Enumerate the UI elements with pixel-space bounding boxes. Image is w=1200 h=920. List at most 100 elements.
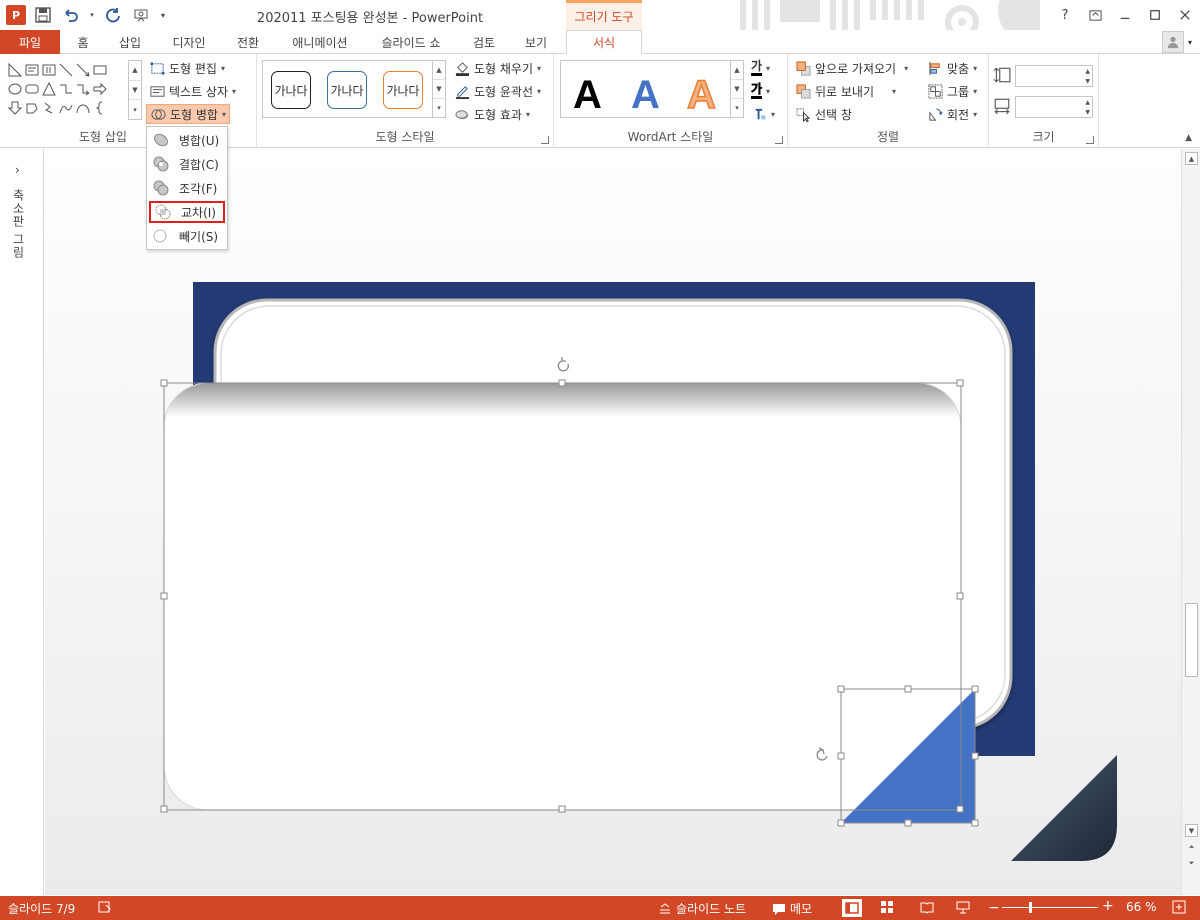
align-button[interactable]: 맞춤 ▾ — [924, 58, 980, 78]
rectangle-shape-icon[interactable] — [91, 60, 108, 79]
wordart-style-orange[interactable]: A — [686, 72, 716, 118]
curve-shape-icon[interactable] — [57, 98, 74, 117]
triangle-shape-icon[interactable] — [40, 79, 57, 98]
menu-item-intersect[interactable]: 교차(I) — [149, 201, 225, 223]
slide-editing-area[interactable] — [45, 149, 1181, 895]
dark-corner-fold[interactable] — [1011, 755, 1117, 861]
shape-style-orange[interactable]: 가나다 — [383, 71, 423, 109]
minimize-icon[interactable] — [1110, 0, 1140, 30]
gallery-down-icon[interactable]: ▼ — [433, 80, 445, 99]
tab-slideshow[interactable]: 슬라이드 쇼 — [370, 30, 452, 54]
right-triangle-shape-icon[interactable] — [6, 60, 23, 79]
shape-outline-button[interactable]: 도형 윤곽선 ▾ — [451, 81, 544, 101]
menu-item-fragment[interactable]: 조각(F) — [149, 177, 225, 199]
tab-home[interactable]: 홈 — [66, 30, 100, 54]
shape-height-input[interactable]: ▲ ▼ — [1015, 65, 1093, 87]
spell-check-icon[interactable] — [98, 900, 112, 914]
scribble-shape-icon[interactable] — [40, 98, 57, 117]
close-icon[interactable] — [1170, 0, 1200, 30]
shape-fill-button[interactable]: 도형 채우기 ▾ — [451, 58, 544, 78]
text-outline-button[interactable]: 가 ▾ — [748, 81, 773, 101]
gallery-up-icon[interactable]: ▲ — [731, 61, 743, 80]
group-button[interactable]: 그룹 ▾ — [924, 81, 980, 101]
text-box-button[interactable]: 텍스트 상자 ▾ — [146, 81, 239, 101]
gallery-more-icon[interactable]: ▾ — [731, 99, 743, 117]
next-slide-icon[interactable]: ⏷ — [1185, 857, 1198, 870]
text-box-shape-icon[interactable] — [23, 60, 40, 79]
shape-effects-button[interactable]: 도형 효과 ▾ — [451, 104, 533, 124]
account-dropdown-icon[interactable]: ▾ — [1188, 38, 1192, 47]
maximize-icon[interactable] — [1140, 0, 1170, 30]
vertical-text-box-shape-icon[interactable] — [40, 60, 57, 79]
scroll-down-icon[interactable]: ▼ — [1185, 824, 1198, 837]
zoom-level[interactable]: 66 % — [1126, 900, 1157, 914]
shape-styles-dialog-launcher-icon[interactable] — [541, 136, 549, 144]
gallery-more-icon[interactable]: ▾ — [433, 99, 445, 117]
rounded-rectangle-shape-icon[interactable] — [23, 79, 40, 98]
bring-forward-button[interactable]: 앞으로 가져오기 ▾ — [792, 58, 911, 78]
text-fill-button[interactable]: 가 ▾ — [748, 58, 773, 78]
merge-shapes-button[interactable]: 도형 병합 ▾ — [146, 104, 230, 124]
gallery-more-icon[interactable]: ▾ — [129, 100, 141, 119]
elbow-connector-shape-icon[interactable] — [57, 79, 74, 98]
normal-view-button[interactable] — [842, 899, 862, 917]
user-account[interactable]: ▾ — [1161, 30, 1192, 54]
wordart-dialog-launcher-icon[interactable] — [775, 136, 783, 144]
send-backward-button[interactable]: 뒤로 보내기 ▾ — [792, 81, 899, 101]
wordart-style-black[interactable]: A — [573, 73, 602, 118]
menu-item-subtract[interactable]: 빼기(S) — [149, 225, 225, 247]
slide-sorter-button[interactable] — [880, 900, 894, 914]
scroll-thumb[interactable] — [1185, 603, 1198, 677]
gallery-up-icon[interactable]: ▲ — [433, 61, 445, 80]
vertical-scrollbar[interactable]: ▲ ▼ ⏶ ⏷ — [1181, 149, 1200, 895]
reading-view-button[interactable] — [920, 900, 934, 914]
tab-format[interactable]: 서식 — [566, 30, 642, 55]
height-spinner[interactable]: ▲ ▼ — [1085, 67, 1090, 87]
tab-animations[interactable]: 애니메이션 — [282, 30, 358, 54]
arrow-line-shape-icon[interactable] — [74, 60, 91, 79]
gallery-down-icon[interactable]: ▼ — [731, 80, 743, 99]
brace-shape-icon[interactable] — [91, 98, 108, 117]
gallery-down-icon[interactable]: ▼ — [129, 81, 141, 101]
zoom-slider-thumb[interactable] — [1029, 902, 1032, 913]
thumbnails-label[interactable]: 축소판 그림 — [10, 189, 27, 259]
shapes-gallery-scroll[interactable]: ▲ ▼ ▾ — [128, 60, 142, 120]
size-dialog-launcher-icon[interactable] — [1086, 136, 1094, 144]
gallery-up-icon[interactable]: ▲ — [129, 61, 141, 81]
arc-shape-icon[interactable] — [74, 98, 91, 117]
help-button[interactable]: ? — [1050, 0, 1080, 30]
right-arrow-shape-icon[interactable] — [91, 79, 108, 98]
scroll-up-icon[interactable]: ▲ — [1185, 152, 1198, 165]
comments-button[interactable]: 메모 — [772, 900, 812, 917]
previous-slide-icon[interactable]: ⏶ — [1185, 841, 1198, 854]
elbow-arrow-connector-shape-icon[interactable] — [74, 79, 91, 98]
tab-review[interactable]: 검토 — [462, 30, 506, 54]
selection-pane-button[interactable]: 선택 창 — [792, 104, 855, 124]
tab-transitions[interactable]: 전환 — [226, 30, 270, 54]
wordart-style-blue[interactable]: A — [631, 73, 660, 118]
line-shape-icon[interactable] — [57, 60, 74, 79]
ribbon-display-options-icon[interactable] — [1080, 0, 1110, 30]
oval-shape-icon[interactable] — [6, 79, 23, 98]
tab-view[interactable]: 보기 — [514, 30, 558, 54]
shape-style-dark[interactable]: 가나다 — [271, 71, 311, 109]
expand-thumbnails-icon[interactable]: › — [15, 163, 20, 177]
zoom-in-button[interactable]: + — [1102, 898, 1114, 914]
text-effects-button[interactable]: ▾ — [748, 104, 778, 124]
width-spinner[interactable]: ▲ ▼ — [1085, 98, 1090, 118]
tab-insert[interactable]: 삽입 — [108, 30, 152, 54]
avatar[interactable] — [1161, 31, 1184, 53]
down-arrow-shape-icon[interactable] — [6, 98, 23, 117]
shape-styles-scroll[interactable]: ▲ ▼ ▾ — [432, 60, 446, 118]
zoom-slider-track[interactable] — [1002, 907, 1098, 908]
collapse-ribbon-icon[interactable]: ▲ — [1185, 133, 1192, 143]
notes-button[interactable]: 슬라이드 노트 — [658, 900, 746, 917]
wordart-styles-scroll[interactable]: ▲ ▼ ▾ — [730, 60, 744, 118]
shape-width-input[interactable]: ▲ ▼ — [1015, 96, 1093, 118]
shape-style-blue[interactable]: 가나다 — [327, 71, 367, 109]
fit-slide-button[interactable] — [1172, 900, 1186, 914]
freeform-shape-icon[interactable] — [23, 98, 40, 117]
edit-shape-button[interactable]: 도형 편집 ▾ — [146, 58, 228, 78]
tab-design[interactable]: 디자인 — [162, 30, 216, 54]
menu-item-union[interactable]: 병합(U) — [149, 129, 225, 151]
